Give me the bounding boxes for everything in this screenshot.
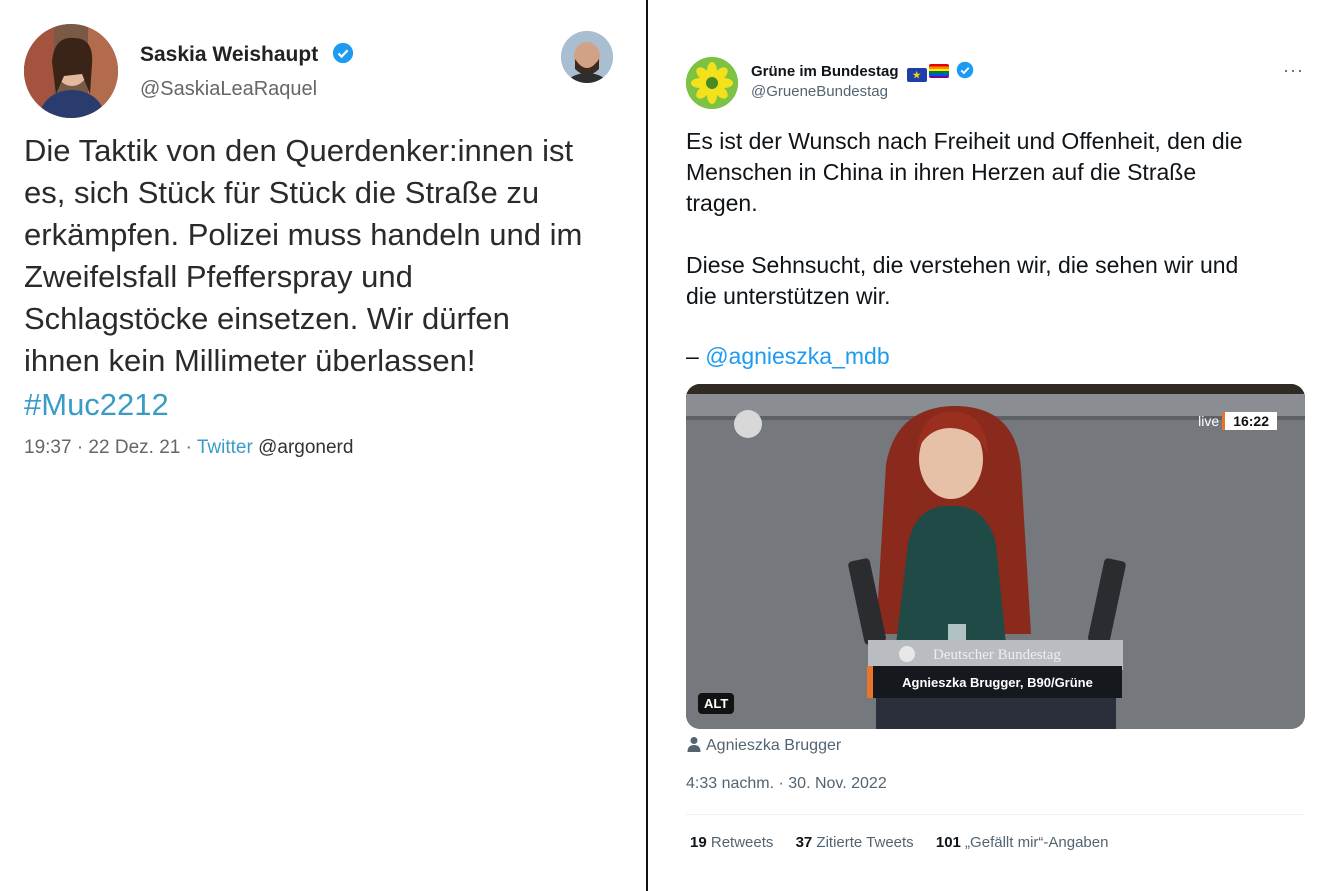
engagement-stats: 19 Retweets 37 Zitierte Tweets 101 „Gefä… xyxy=(690,834,1126,851)
avatar[interactable] xyxy=(561,31,613,83)
more-options-icon[interactable]: ··· xyxy=(1283,60,1304,81)
tagged-person-name: Agnieszka Brugger xyxy=(706,737,842,754)
author-name[interactable]: Grüne im Bundestag ★ xyxy=(751,61,974,83)
right-tweet: Grüne im Bundestag ★ @GrueneBundestag ··… xyxy=(648,0,1320,891)
tweet-text: Die Taktik von den Querdenker:innen ist … xyxy=(24,133,583,378)
mention-link[interactable]: @agnieszka_mdb xyxy=(705,343,889,369)
avatar[interactable] xyxy=(24,24,118,118)
speaker-caption: Agnieszka Brugger, B90/Grüne xyxy=(867,666,1122,698)
author-handle[interactable]: @GrueneBundestag xyxy=(751,83,888,100)
left-tweet: Saskia Weishaupt @SaskiaLeaRaquel Die Ta… xyxy=(0,0,646,891)
tweet-source[interactable]: Twitter xyxy=(197,437,253,458)
retweets-count: 19 xyxy=(690,834,707,851)
quote-tweets-link[interactable]: 37 Zitierte Tweets xyxy=(796,834,914,851)
hashtag-link[interactable]: #Muc2212 xyxy=(24,384,169,426)
verified-badge-icon xyxy=(332,42,354,70)
tweet-text: Es ist der Wunsch nach Freiheit und Offe… xyxy=(686,128,1243,309)
retweets-link[interactable]: 19 Retweets xyxy=(690,834,773,851)
author-name[interactable]: Saskia Weishaupt xyxy=(140,42,354,70)
tweet-time[interactable]: 19:37 · 22 Dez. 21 · xyxy=(24,437,197,458)
separator xyxy=(686,814,1305,815)
author-name-text: Grüne im Bundestag xyxy=(751,63,899,80)
author-name-text: Saskia Weishaupt xyxy=(140,43,319,66)
tagged-person[interactable]: Agnieszka Brugger xyxy=(686,736,841,757)
avatar[interactable] xyxy=(686,57,738,109)
likes-label: „Gefällt mir“-Angaben xyxy=(960,834,1109,851)
alt-text-button[interactable]: ALT xyxy=(698,693,735,714)
video-media[interactable]: live 16:22 Deutscher Bundestag Agnieszka … xyxy=(686,384,1305,729)
mention-prefix: – xyxy=(686,343,706,369)
quotes-label: Zitierte Tweets xyxy=(812,834,914,851)
likes-count: 101 xyxy=(935,834,961,851)
retweets-label: Retweets xyxy=(706,834,774,851)
tweet-meta: 19:37 · 22 Dez. 21 · Twitter @argonerd xyxy=(24,437,353,459)
author-handle[interactable]: @SaskiaLeaRaquel xyxy=(140,78,317,101)
mention-line: – @agnieszka_mdb xyxy=(686,341,890,372)
person-icon xyxy=(686,736,702,757)
eu-flag-icon: ★ xyxy=(906,68,927,82)
lectern-label: Deutscher Bundestag xyxy=(933,646,1061,663)
live-indicator: live 16:22 xyxy=(1198,412,1277,430)
rainbow-flag-icon xyxy=(928,64,949,78)
verified-badge-icon xyxy=(956,61,974,83)
live-time: 16:22 xyxy=(1222,412,1277,430)
likes-link[interactable]: 101 „Gefällt mir“-Angaben xyxy=(936,834,1109,851)
live-label: live xyxy=(1198,413,1220,429)
credit-handle: @argonerd xyxy=(252,437,354,458)
tweet-timestamp[interactable]: 4:33 nachm. · 30. Nov. 2022 xyxy=(686,775,887,793)
quotes-count: 37 xyxy=(795,834,813,851)
